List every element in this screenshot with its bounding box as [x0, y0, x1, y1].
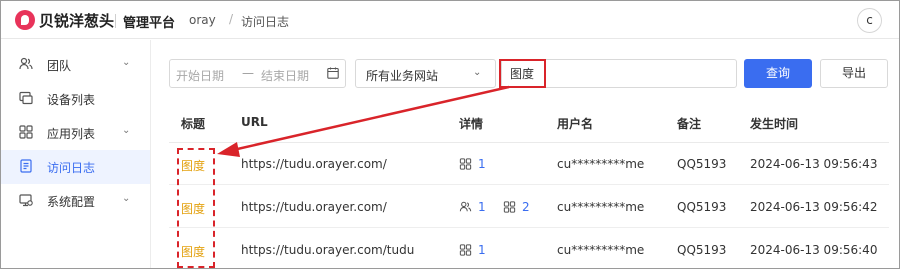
column-header-user: 用户名	[557, 117, 594, 131]
site-select[interactable]: 所有业务网站 ⌄	[355, 59, 496, 88]
detail-apps[interactable]: 1	[459, 243, 486, 257]
chevron-down-icon: ⌄	[122, 125, 131, 136]
logo-icon	[15, 10, 35, 30]
search-highlight-box	[499, 59, 546, 88]
detail-apps[interactable]: 2	[503, 200, 530, 214]
row-note: QQ5193	[677, 157, 727, 171]
row-url: https://tudu.orayer.com/tudu	[241, 243, 415, 257]
column-header-url: URL	[241, 115, 268, 129]
table-row: 图度 https://tudu.orayer.com/tudu 1 cu****…	[169, 229, 889, 268]
site-select-value: 所有业务网站	[366, 69, 439, 83]
table-row: 图度 https://tudu.orayer.com/ 1 cu********…	[169, 143, 889, 185]
sidebar-item-apps[interactable]: 应用列表 ⌄	[1, 116, 150, 150]
column-header-note: 备注	[677, 117, 702, 131]
chevron-down-icon: ⌄	[122, 57, 131, 68]
apps-icon	[459, 244, 472, 256]
column-header-detail: 详情	[459, 117, 484, 131]
apps-icon	[19, 125, 33, 139]
calendar-icon	[327, 67, 339, 79]
row-time: 2024-06-13 09:56:42	[750, 200, 878, 214]
sidebar-item-label: 系统配置	[47, 195, 96, 209]
breadcrumb-org[interactable]: oray	[189, 13, 216, 27]
column-header-time: 发生时间	[750, 117, 799, 131]
row-url: https://tudu.orayer.com/	[241, 157, 387, 171]
date-range-picker[interactable]: 开始日期 — 结束日期	[169, 59, 346, 88]
export-button[interactable]: 导出	[820, 59, 888, 88]
row-note: QQ5193	[677, 243, 727, 257]
sidebar-item-label: 访问日志	[47, 161, 96, 175]
title-column-highlight-box	[177, 148, 215, 268]
apps-icon	[459, 158, 472, 170]
sidebar-item-label: 应用列表	[47, 127, 96, 141]
start-date-field[interactable]: 开始日期	[176, 67, 224, 84]
user-avatar[interactable]: c	[857, 8, 882, 33]
row-time: 2024-06-13 09:56:43	[750, 157, 878, 171]
query-button[interactable]: 查询	[744, 59, 812, 88]
platform-title: 管理平台	[123, 16, 176, 31]
detail-count: 1	[478, 243, 486, 257]
log-icon	[20, 159, 32, 173]
sidebar-item-access-log[interactable]: 访问日志	[1, 150, 150, 184]
date-range-separator: —	[242, 66, 254, 80]
header-divider	[115, 14, 116, 28]
row-username: cu*********me	[557, 157, 645, 171]
sidebar-item-devices[interactable]: 设备列表	[1, 82, 150, 116]
device-icon	[19, 91, 33, 105]
table-row: 图度 https://tudu.orayer.com/ 1 2 cu******…	[169, 186, 889, 228]
top-header: 贝锐洋葱头 管理平台 oray / 访问日志 c	[1, 1, 899, 39]
row-username: cu*********me	[557, 200, 645, 214]
sidebar-item-team[interactable]: 团队 ⌄	[1, 48, 150, 82]
breadcrumb-separator: /	[229, 12, 234, 26]
end-date-field[interactable]: 结束日期	[261, 67, 309, 84]
detail-count: 2	[522, 200, 530, 214]
column-header-title: 标题	[181, 117, 206, 131]
detail-count: 1	[478, 157, 486, 171]
breadcrumb-current: 访问日志	[241, 15, 290, 29]
detail-apps[interactable]: 1	[459, 157, 486, 171]
sidebar-item-system-config[interactable]: 系统配置 ⌄	[1, 184, 150, 218]
detail-count: 1	[478, 200, 486, 214]
chevron-down-icon: ⌄	[473, 67, 482, 78]
team-icon	[19, 57, 33, 70]
app-window: 贝锐洋葱头 管理平台 oray / 访问日志 c 团队 ⌄ 设备列表 应用列表 …	[0, 0, 900, 269]
settings-icon	[19, 194, 33, 207]
chevron-down-icon: ⌄	[122, 193, 131, 204]
team-icon	[459, 201, 472, 212]
sidebar-item-label: 团队	[47, 59, 72, 73]
row-note: QQ5193	[677, 200, 727, 214]
row-username: cu*********me	[557, 243, 645, 257]
row-url: https://tudu.orayer.com/	[241, 200, 387, 214]
sidebar: 团队 ⌄ 设备列表 应用列表 ⌄ 访问日志 系统配置 ⌄	[1, 40, 151, 268]
apps-icon	[503, 201, 516, 213]
sidebar-item-label: 设备列表	[47, 93, 96, 107]
detail-team[interactable]: 1	[459, 200, 486, 214]
brand-name: 贝锐洋葱头	[39, 12, 115, 30]
row-time: 2024-06-13 09:56:40	[750, 243, 878, 257]
